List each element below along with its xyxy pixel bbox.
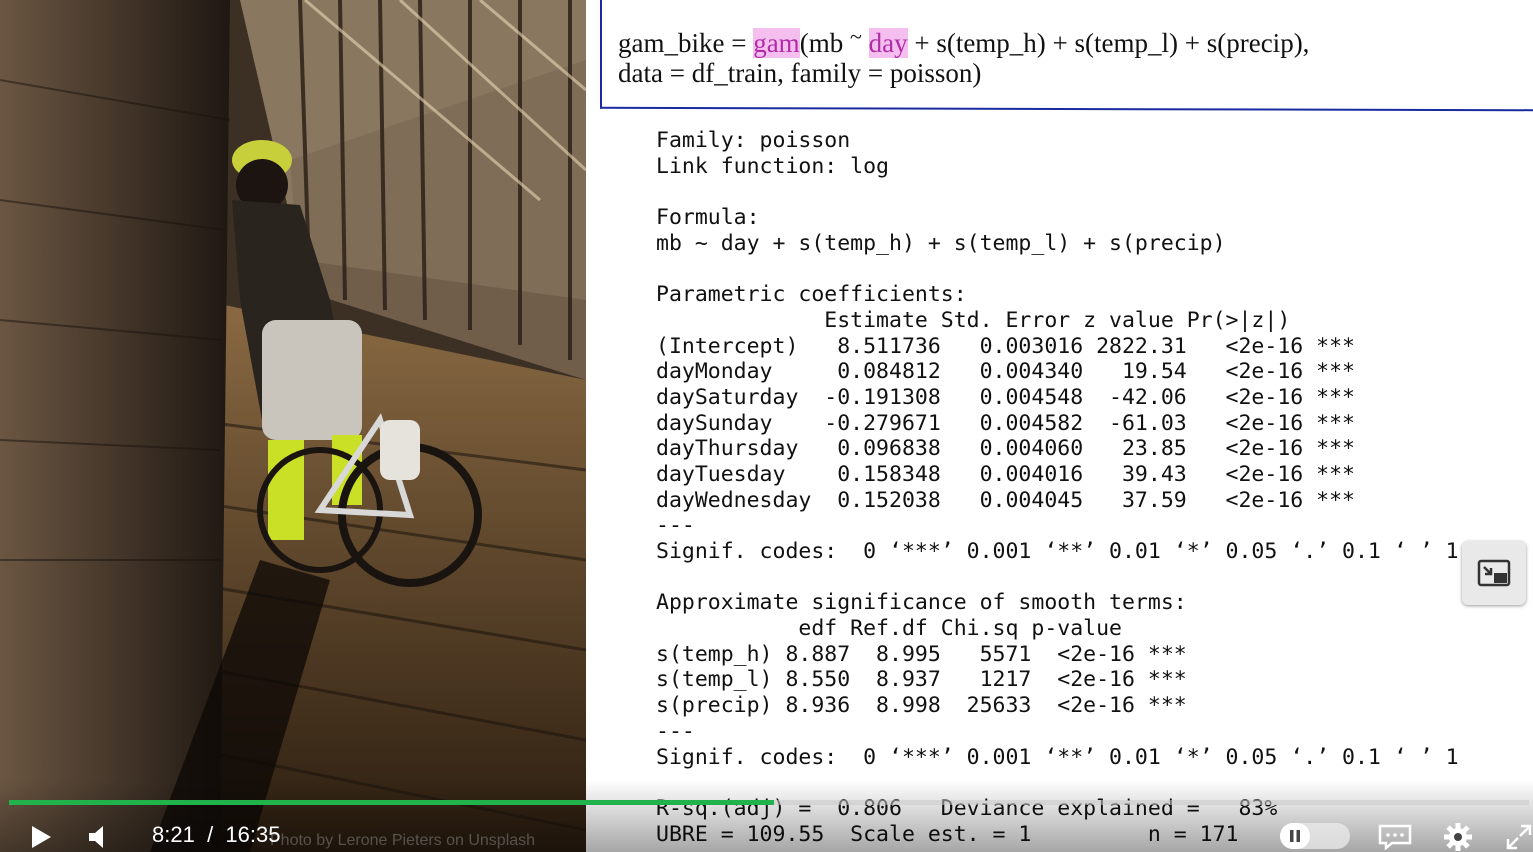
highlight-gam: gam (753, 28, 800, 58)
fullscreen-icon (1506, 824, 1531, 850)
formula-text: (mb (799, 28, 850, 58)
volume-button[interactable] (86, 822, 110, 852)
output-line: Family: poisson (656, 128, 851, 153)
fullscreen-button[interactable] (1504, 822, 1533, 852)
output-line: daySunday -0.279671 0.004582 -61.03 <2e-… (656, 410, 1355, 436)
progress-bar[interactable] (9, 800, 1529, 805)
video-frame[interactable]: gam_bike = gam(mb ~ day + s(temp_h) + s(… (0, 0, 1533, 852)
formula-line-2: data = df_train, family = poisson) (618, 58, 982, 88)
output-line: s(precip) 8.936 8.998 25633 <2e-16 *** (656, 693, 1187, 719)
captions-button[interactable] (1377, 822, 1413, 852)
output-line: Signif. codes: 0 ‘***’ 0.001 ‘**’ 0.01 ‘… (656, 744, 1459, 770)
formula-text: + s(temp_h) + s(temp_l) + s(precip), (907, 28, 1310, 58)
photo-credit: Photo by Lerone Pieters on Unsplash (270, 832, 536, 849)
output-line: --- (656, 513, 695, 539)
picture-in-picture-button[interactable] (1462, 541, 1526, 605)
r-summary-output: Family: poisson Link function: log Formula… (656, 128, 1459, 847)
output-line: dayTuesday 0.158348 0.004016 39.43 <2e-1… (656, 461, 1355, 487)
output-line: s(temp_l) 8.550 8.937 1217 <2e-16 *** (656, 667, 1187, 693)
highlight-day: day (868, 28, 908, 58)
formula-text: gam_bike = (618, 28, 754, 58)
output-line: dayMonday 0.084812 0.004340 19.54 <2e-16… (656, 359, 1355, 385)
output-line: --- (656, 718, 695, 744)
output-line: Link function: log (656, 153, 889, 179)
output-line: dayThursday 0.096838 0.004060 23.85 <2e-… (656, 436, 1355, 462)
output-line: s(temp_h) 8.887 8.995 5571 <2e-16 *** (656, 641, 1187, 667)
output-line: edf Ref.df Chi.sq p-value (656, 616, 1122, 642)
pause-button[interactable] (1280, 823, 1310, 849)
settings-button[interactable] (1442, 822, 1474, 852)
time-separator: / (207, 822, 214, 847)
slide-panel: gam_bike = gam(mb ~ day + s(temp_h) + s(… (586, 0, 1533, 852)
pause-slider[interactable] (1280, 823, 1350, 849)
output-line: dayWednesday 0.152038 0.004045 37.59 <2e… (656, 487, 1355, 513)
output-line: Parametric coefficients: (656, 282, 967, 308)
output-line: Estimate Std. Error z value Pr(>|z|) (656, 307, 1291, 333)
play-button[interactable] (26, 822, 56, 852)
play-icon (32, 826, 51, 848)
gear-icon (1444, 823, 1472, 851)
pause-icon (1290, 830, 1300, 842)
progress-fill (9, 800, 774, 805)
tilde: ~ (849, 24, 862, 49)
formula-line-1: gam_bike = gam(mb ~ day + s(temp_h) + s(… (618, 24, 1309, 59)
photo-illustration (0, 0, 586, 852)
output-line: Signif. codes: 0 ‘***’ 0.001 ‘**’ 0.01 ‘… (656, 539, 1459, 564)
captions-icon (1378, 824, 1412, 850)
output-line: daySaturday -0.191308 0.004548 -42.06 <2… (656, 384, 1355, 410)
picture-in-picture-icon (1477, 559, 1511, 587)
output-line: Approximate significance of smooth terms… (656, 590, 1187, 616)
current-time: 8:21 (152, 822, 195, 847)
bridge-cyclist-photo (0, 0, 586, 852)
output-line: mb ~ day + s(temp_h) + s(temp_l) + s(pre… (656, 230, 1226, 256)
duration: 16:35 (225, 822, 281, 847)
output-line: (Intercept) 8.511736 0.003016 2822.31 <2… (656, 333, 1355, 359)
time-display: 8:21 / 16:35 (152, 822, 280, 848)
output-line: Formula: (656, 205, 760, 231)
volume-icon (89, 826, 103, 848)
formula-text (862, 28, 869, 58)
